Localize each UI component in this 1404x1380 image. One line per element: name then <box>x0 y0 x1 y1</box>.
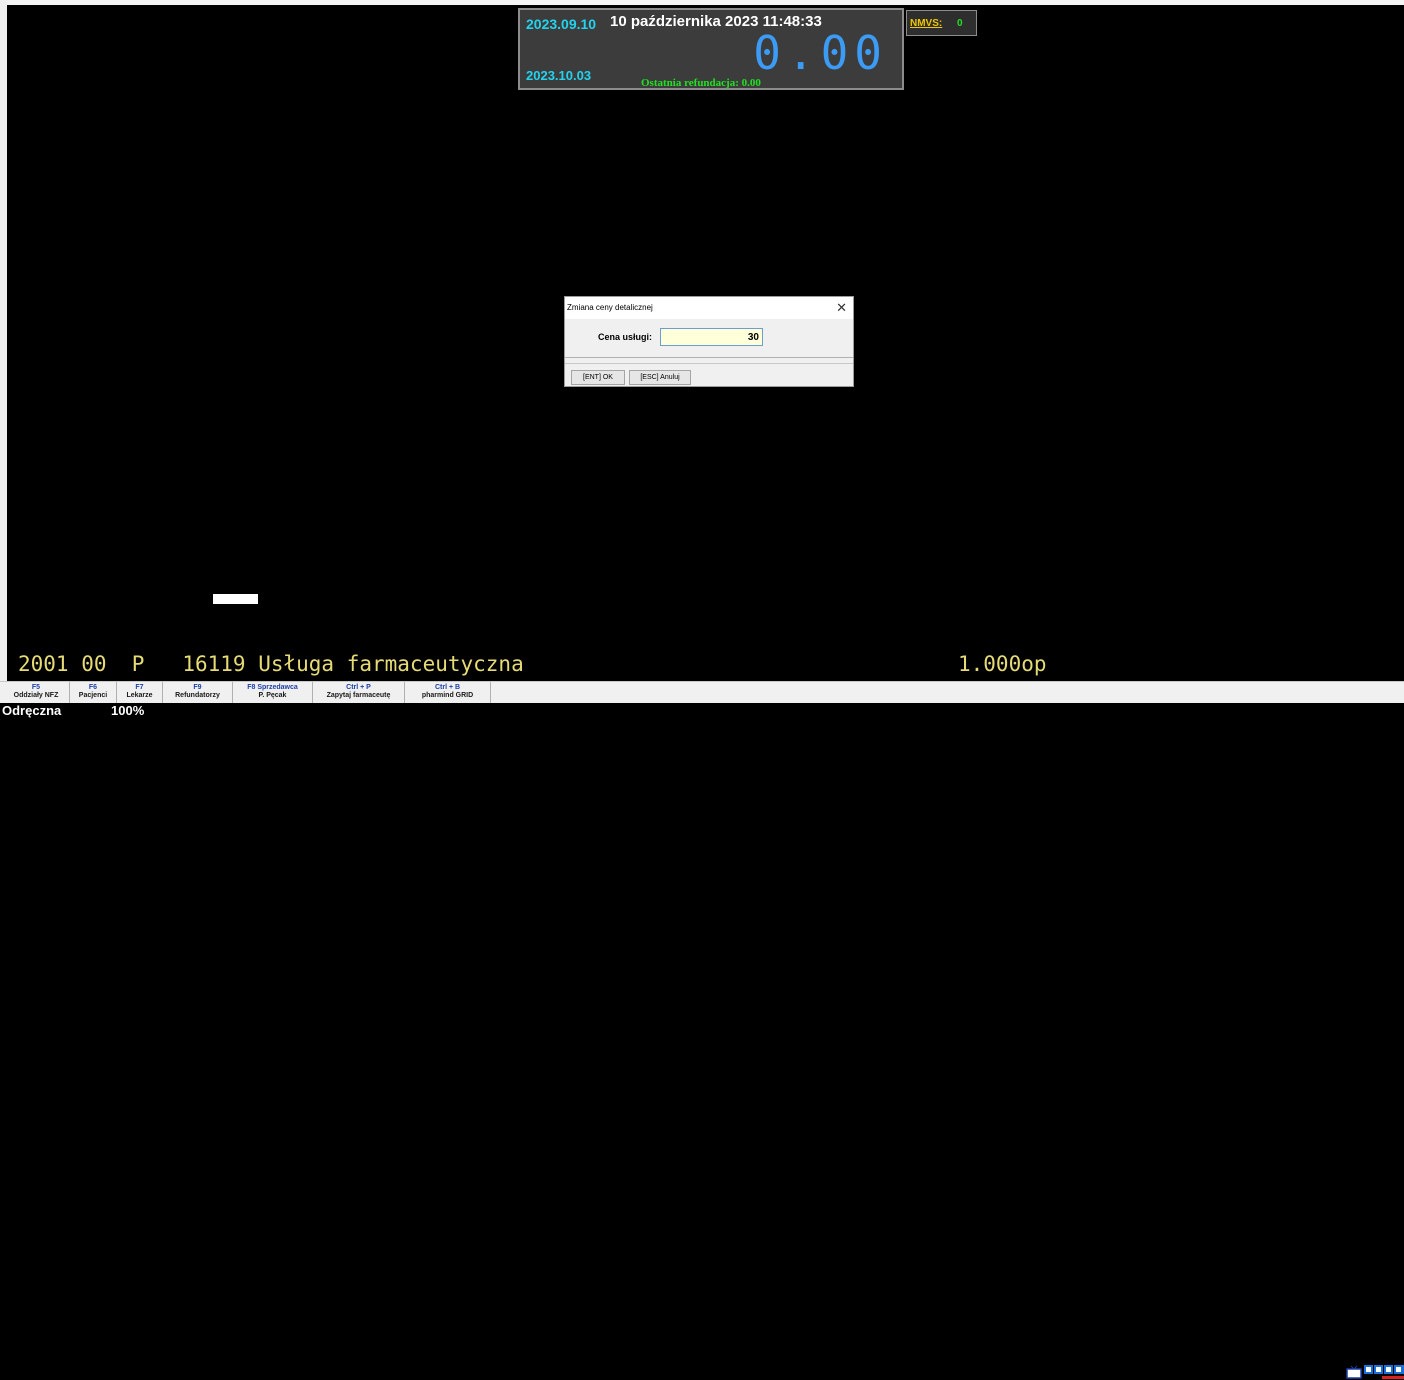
fkey-key: F7 <box>135 684 144 691</box>
price-change-dialog: Zmiana ceny detalicznej ✕ Cena usługi: [… <box>564 296 854 387</box>
fkey-label: Pacjenci <box>78 692 108 699</box>
fkey-pacjenci[interactable]: F6 Pacjenci <box>70 682 117 703</box>
fkey-label: Refundatorzy <box>175 692 220 699</box>
status-bar: Odręczna 100% <box>0 703 1404 718</box>
dialog-title: Zmiana ceny detalicznej <box>567 303 653 312</box>
fkey-zapytaj-farmaceute[interactable]: Ctrl + P Zapytaj farmaceutę <box>313 682 405 703</box>
fkey-key: F6 <box>88 684 98 691</box>
close-icon[interactable]: ✕ <box>836 300 847 316</box>
fkey-key: F8 Sprzedawca <box>247 684 298 691</box>
top-window-edge <box>7 0 1404 5</box>
fkey-key: Ctrl + B <box>434 684 461 691</box>
function-key-bar: F5 Oddziały NFZ F6 Pacjenci F7 Lekarze F… <box>0 681 1404 1379</box>
total-amount: 0.00 <box>753 26 888 80</box>
fkey-lekarze[interactable]: F7 Lekarze <box>117 682 163 703</box>
dialog-body: Cena usługi: <box>565 319 853 357</box>
fkey-label: pharmind GRID <box>421 692 474 699</box>
last-refund: Ostatnia refundacja: 0.00 <box>641 77 761 89</box>
tv-icon[interactable] <box>1346 1366 1362 1379</box>
dialog-titlebar: Zmiana ceny detalicznej ✕ <box>565 297 853 319</box>
fkey-pharmind-grid[interactable]: Ctrl + B pharmind GRID <box>405 682 491 703</box>
fkey-label: Oddziały NFZ <box>13 692 59 699</box>
fkey-label: Lekarze <box>126 692 153 699</box>
item-quantity: 1.000op <box>958 652 1047 676</box>
fkey-key: F9 <box>193 684 202 691</box>
ok-button[interactable]: [ENT] OK <box>571 370 625 385</box>
left-window-edge <box>0 0 7 681</box>
nmvs-value: 0 <box>957 18 963 29</box>
nmvs-status[interactable]: NMVS: 0 <box>906 10 977 36</box>
fkey-key: Ctrl + P <box>346 684 371 691</box>
fkey-sprzedawca[interactable]: F8 Sprzedawca P. Pęcak <box>233 682 313 703</box>
cancel-button[interactable]: [ESC] Anuluj <box>629 370 691 385</box>
date-start: 2023.09.10 <box>526 16 597 32</box>
app-logo-icon <box>1364 1365 1404 1379</box>
service-price-input[interactable] <box>660 328 763 346</box>
service-price-label: Cena usługi: <box>598 332 653 342</box>
text-cursor <box>213 594 258 604</box>
fkey-label: P. Pęcak <box>258 692 287 699</box>
fkey-key: F5 <box>31 684 41 691</box>
info-panel: 2023.09.10 10 października 2023 11:48:33… <box>518 8 904 90</box>
nmvs-label: NMVS: <box>910 18 943 29</box>
fkey-oddzialy-nfz[interactable]: F5 Oddziały NFZ <box>3 682 70 703</box>
date-end: 2023.10.03 <box>526 68 592 83</box>
zoom-level: 100% <box>111 703 145 718</box>
fkey-refundatorzy[interactable]: F9 Refundatorzy <box>163 682 233 703</box>
dialog-divider <box>565 363 853 364</box>
sale-mode: Odręczna <box>2 703 62 718</box>
item-line: 2001 00 P 16119 Usługa farmaceutyczna <box>18 652 524 676</box>
dialog-divider <box>565 357 853 358</box>
fkey-label: Zapytaj farmaceutę <box>326 692 391 699</box>
